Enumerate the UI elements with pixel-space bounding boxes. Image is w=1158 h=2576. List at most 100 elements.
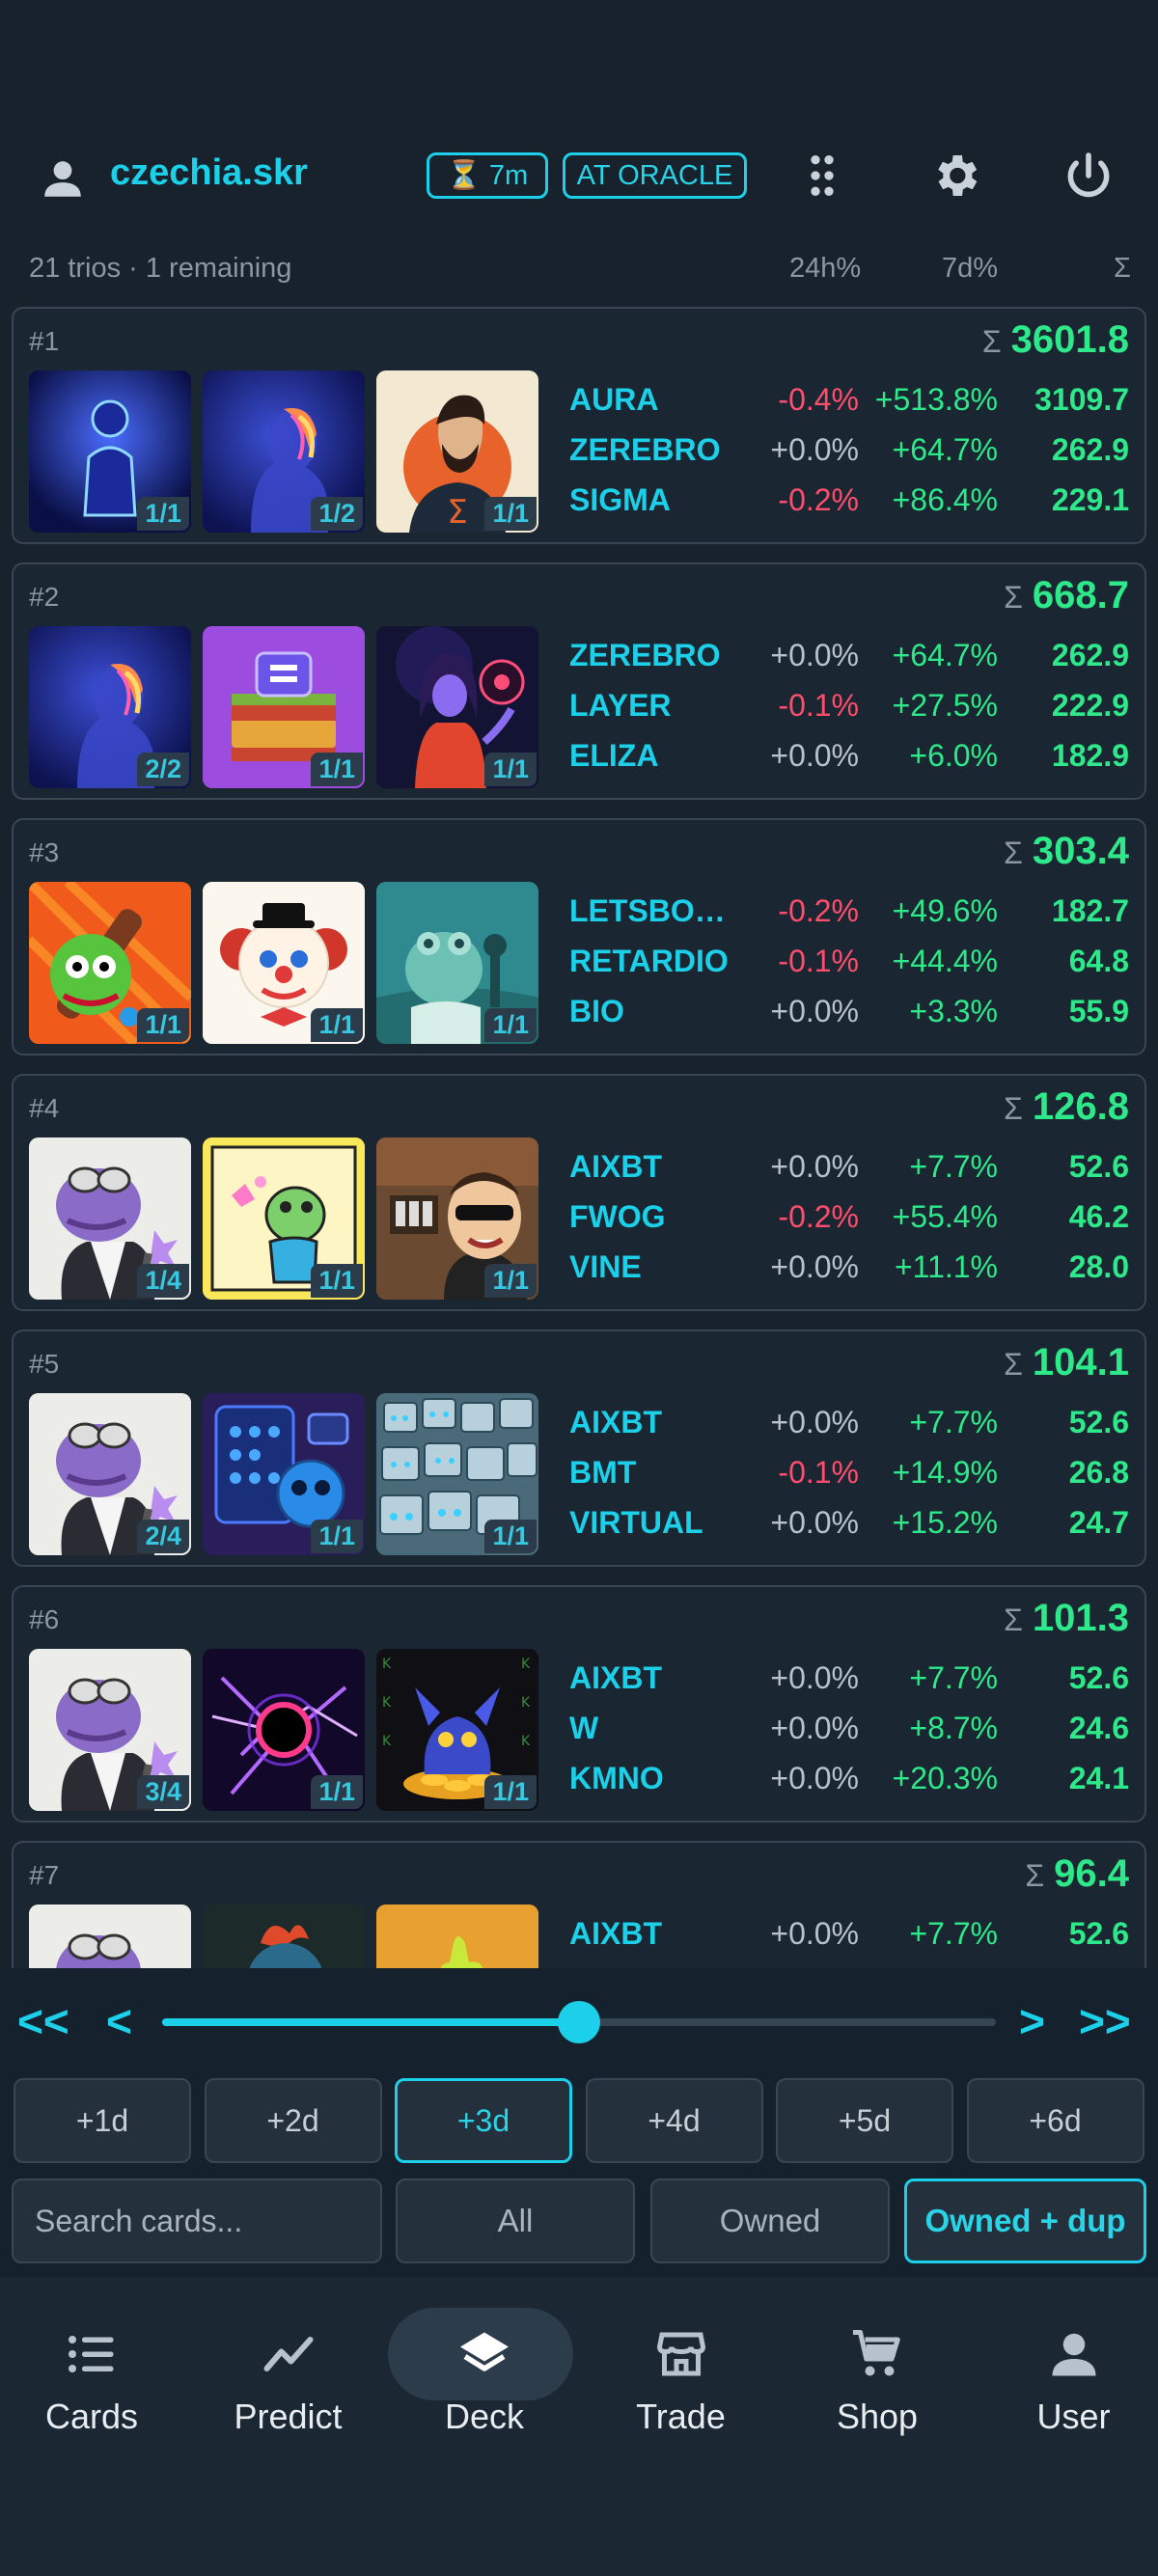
card-thumbnail[interactable]: 1/1	[376, 1393, 538, 1555]
prev-button[interactable]: <	[106, 1995, 132, 2047]
day-offset-button[interactable]: +4d	[585, 2078, 763, 2163]
next-button[interactable]: >	[1019, 1995, 1045, 2047]
day-offset-button[interactable]: +3d	[395, 2078, 572, 2163]
card-thumbnail[interactable]: 1/4	[29, 1137, 191, 1300]
day-offset-button[interactable]: +6d	[966, 2078, 1144, 2163]
nav-item-cards[interactable]: Cards	[0, 2304, 183, 2458]
card-copy-badge: 1/2	[311, 497, 363, 531]
token-value: 64.8	[1068, 944, 1129, 978]
token-symbol: RETARDIO	[569, 944, 729, 978]
card-copy-badge: 1/1	[311, 1008, 363, 1042]
card-thumbnail[interactable]: 1/1	[203, 626, 365, 788]
token-row: LAYER -0.1% +27.5% 222.9	[558, 682, 1143, 732]
change-24h: +0.0%	[770, 1660, 859, 1695]
change-24h: +0.0%	[770, 1761, 859, 1795]
day-offset-button[interactable]: +1d	[14, 2078, 191, 2163]
card-thumbnail[interactable]: 1/1	[203, 882, 365, 1044]
trio-rank: #1	[29, 326, 60, 356]
card-thumbnail[interactable]: Σ 1/1	[376, 370, 538, 533]
change-24h: -0.1%	[778, 1455, 859, 1490]
trio-count-text: 21 trios · 1 remaining	[29, 253, 292, 284]
card-thumbnail[interactable]: 2/4	[29, 1393, 191, 1555]
card-thumbnail[interactable]: 1/1	[203, 1393, 365, 1555]
trio-card[interactable]: #2 Σ 668.7 2/2 1/1 1/1 ZEREBRO +0.0% +64.7% 262.9…	[12, 562, 1146, 800]
nav-label: Deck	[444, 2397, 525, 2436]
card-thumbnail[interactable]: 2/2	[29, 626, 191, 788]
change-24h: +0.0%	[770, 994, 859, 1028]
token-row: AIXBT +0.0% +7.7% 52.6	[558, 1143, 1143, 1193]
nav-label: User	[1036, 2397, 1111, 2436]
card-thumbnail[interactable]: 1/1	[29, 882, 191, 1044]
token-symbol: AURA	[569, 382, 659, 417]
svg-text:K: K	[382, 1734, 392, 1749]
card-thumbnail[interactable]: 1/1	[203, 1649, 365, 1811]
trio-card[interactable]: #6 Σ 101.3 3/4 1/1 K K K K K K 1/1 AIXBT +0.0% +7.7% 52…	[12, 1585, 1146, 1822]
card-thumbnail[interactable]: 1/1	[376, 626, 538, 788]
change-24h: -0.2%	[778, 482, 859, 517]
nav-item-shop[interactable]: Shop	[786, 2304, 969, 2458]
apps-grid-icon[interactable]	[795, 149, 849, 203]
nav-item-trade[interactable]: Trade	[590, 2304, 773, 2458]
day-offset-button[interactable]: +2d	[204, 2078, 382, 2163]
card-thumbnail[interactable]: 1/1	[376, 882, 538, 1044]
change-7d: +86.4%	[892, 482, 998, 517]
username[interactable]: czechia.skr	[110, 152, 308, 194]
token-value: 262.9	[1051, 638, 1129, 672]
nav-item-deck[interactable]: Deck	[393, 2304, 576, 2458]
card-thumbnail[interactable]: 1/1	[29, 370, 191, 533]
first-button[interactable]: <<	[17, 1995, 69, 2047]
day-offset-button[interactable]: +5d	[776, 2078, 953, 2163]
card-thumbnail[interactable]: K K K K K K 1/1	[376, 1649, 538, 1811]
card-thumbnail[interactable]: 3/4	[29, 1649, 191, 1811]
token-value: 24.7	[1068, 1505, 1129, 1540]
token-row: AIXBT +0.0% +7.7% 52.6	[558, 1910, 1143, 1960]
trio-rank: #4	[29, 1093, 60, 1123]
token-value: 28.0	[1068, 1249, 1129, 1284]
trio-total: 104.1	[1032, 1341, 1129, 1384]
storefront-icon	[652, 2325, 710, 2383]
card-copy-badge: 3/4	[137, 1775, 189, 1809]
token-value: 52.6	[1068, 1660, 1129, 1695]
filter-button[interactable]: Owned + dup	[904, 2179, 1146, 2263]
card-thumbnail[interactable]	[203, 1905, 365, 1968]
card-copy-badge: 1/1	[137, 497, 189, 531]
svg-text:K: K	[382, 1657, 392, 1672]
filter-button[interactable]: All	[396, 2179, 635, 2263]
change-24h: +0.0%	[770, 738, 859, 773]
trio-card[interactable]: #1 Σ 3601.8 1/1 1/2 Σ 1/1 AURA -0.4% +513.8% 3109.…	[12, 307, 1146, 544]
card-copy-badge: 1/1	[484, 1520, 537, 1553]
token-row: FWOG -0.2% +55.4% 46.2	[558, 1193, 1143, 1244]
nav-item-predict[interactable]: Predict	[197, 2304, 380, 2458]
settings-gear-icon[interactable]	[928, 149, 982, 203]
trio-total: 126.8	[1032, 1085, 1129, 1128]
trio-card[interactable]: #4 Σ 126.8 1/4 1/1 1/1 AIXBT +0.0% +7.7% 52.6 FWOG…	[12, 1074, 1146, 1311]
change-7d: +8.7%	[909, 1711, 998, 1745]
trio-card[interactable]: #3 Σ 303.4 1/1 1/1 1/1 LETSBO… -0.2% +49.6% 182.7…	[12, 818, 1146, 1055]
card-thumbnail[interactable]: 1/1	[376, 1137, 538, 1300]
nav-item-user[interactable]: User	[982, 2304, 1158, 2458]
timeline-slider-knob[interactable]	[558, 2001, 600, 2043]
trio-total: 668.7	[1032, 574, 1129, 617]
user-icon[interactable]	[39, 154, 87, 203]
trio-rank: #7	[29, 1860, 60, 1890]
token-row: AIXBT +0.0% +7.7% 52.6	[558, 1655, 1143, 1705]
last-button[interactable]: >>	[1079, 1995, 1131, 2047]
layers-icon	[455, 2325, 513, 2383]
trio-card[interactable]: #5 Σ 104.1 2/4 1/1 1/1 AIXBT +0.0% +7.7% 52.6 BMT -…	[12, 1329, 1146, 1567]
card-thumbnail[interactable]	[376, 1905, 538, 1968]
power-icon[interactable]	[1062, 149, 1116, 203]
card-thumbnail[interactable]: 1/2	[203, 370, 365, 533]
filter-button[interactable]: Owned	[650, 2179, 890, 2263]
change-7d: +44.4%	[892, 944, 998, 978]
token-value: 52.6	[1068, 1916, 1129, 1951]
nav-label: Cards	[44, 2397, 139, 2436]
change-7d: +14.9%	[892, 1455, 998, 1490]
change-7d: +7.7%	[909, 1149, 998, 1184]
card-thumbnail[interactable]	[29, 1905, 191, 1968]
trio-card[interactable]: #7 Σ 96.4 AIXBT +0.0% +7.7% 52.6	[12, 1841, 1146, 1968]
card-thumbnail[interactable]: 1/1	[203, 1137, 365, 1300]
search-input[interactable]	[12, 2179, 382, 2263]
col-header-7d: 7d%	[942, 253, 999, 284]
change-7d: +7.7%	[909, 1660, 998, 1695]
token-symbol: BIO	[569, 994, 624, 1028]
